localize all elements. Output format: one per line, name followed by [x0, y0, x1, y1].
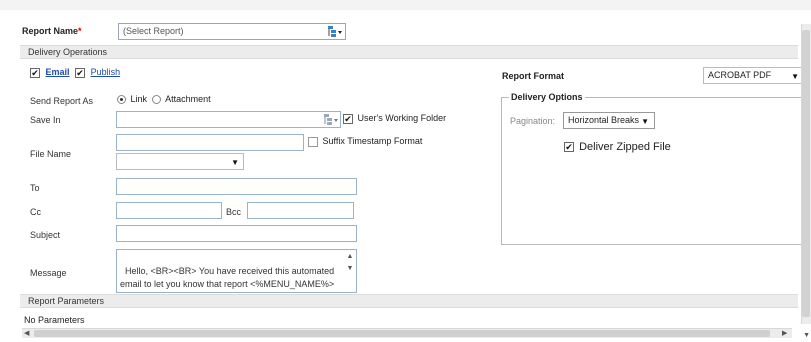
attachment-radio-label[interactable]: Attachment	[165, 94, 211, 104]
bcc-input[interactable]	[247, 202, 354, 219]
suffix-timestamp-row: ✔ Suffix Timestamp Format	[308, 136, 422, 147]
file-name-input[interactable]	[116, 134, 304, 151]
suffix-timestamp-checkbox[interactable]: ✔	[308, 136, 318, 147]
cc-input[interactable]	[116, 202, 222, 219]
pagination-select[interactable]: Horizontal Breaks ▼	[563, 112, 655, 129]
caret-down-icon: ▼	[231, 158, 239, 167]
caret-down-icon: ▼	[641, 117, 649, 126]
message-label: Message	[30, 268, 67, 278]
save-in-input[interactable]	[116, 111, 341, 128]
email-checkbox[interactable]: ✔	[30, 67, 40, 78]
message-textarea[interactable]: Hello, <BR><BR> You have received this a…	[116, 249, 357, 293]
users-working-folder-checkbox[interactable]: ✔	[343, 113, 353, 124]
report-parameters-header: Report Parameters	[20, 294, 798, 308]
arrow-right-icon[interactable]: ▶	[782, 329, 787, 337]
subject-label: Subject	[30, 230, 61, 240]
message-value: Hello, <BR><BR> You have received this a…	[120, 266, 335, 289]
file-name-label: File Name	[30, 149, 72, 159]
report-select[interactable]: (Select Report)	[118, 23, 346, 40]
users-working-folder-label[interactable]: User's Working Folder	[358, 113, 447, 123]
attachment-radio[interactable]	[151, 95, 161, 105]
message-scrollbar[interactable]: ▲ ▼	[345, 251, 355, 291]
horizontal-scrollbar-thumb[interactable]	[34, 330, 770, 337]
deliver-zipped-label[interactable]: Deliver Zipped File	[579, 141, 671, 153]
to-label: To	[30, 183, 40, 193]
save-in-browse-icon[interactable]	[323, 113, 339, 126]
pagination-value: Horizontal Breaks	[568, 115, 640, 125]
publish-link[interactable]: Publish	[91, 67, 121, 77]
required-mark: *	[78, 26, 82, 36]
pagination-label: Pagination:	[510, 116, 556, 126]
link-radio-label[interactable]: Link	[131, 94, 148, 104]
deliver-zipped-checkbox[interactable]: ✔	[564, 142, 574, 153]
link-radio[interactable]	[117, 95, 126, 105]
cc-label: Cc	[30, 207, 41, 217]
suffix-timestamp-label[interactable]: Suffix Timestamp Format	[323, 136, 423, 146]
report-format-label: Report Format	[502, 71, 565, 81]
report-name-text: Report Name	[22, 26, 79, 36]
vertical-scrollbar-thumb[interactable]	[802, 30, 810, 317]
report-format-value: ACROBAT PDF	[708, 70, 772, 80]
delivery-options-legend: Delivery Options	[509, 92, 585, 102]
arrow-up-icon[interactable]: ▲	[345, 251, 355, 263]
arrow-down-icon[interactable]: ▼	[345, 263, 355, 275]
delivery-operations-header: Delivery Operations	[20, 45, 798, 59]
publish-checkbox[interactable]: ✔	[75, 67, 86, 78]
deliver-zipped-row: ✔ Deliver Zipped File	[564, 141, 671, 153]
send-report-as-label: Send Report As	[30, 96, 94, 106]
report-name-label: Report Name*	[22, 26, 82, 36]
arrow-down-icon[interactable]: ▼	[803, 332, 810, 339]
bcc-label: Bcc	[226, 207, 242, 217]
subject-input[interactable]	[116, 225, 357, 242]
report-parameters-title: Report Parameters	[28, 296, 105, 306]
email-link[interactable]: Email	[46, 67, 70, 77]
report-select-value: (Select Report)	[123, 26, 184, 36]
users-working-folder-row: ✔ User's Working Folder	[343, 113, 446, 124]
delivery-operations-title: Delivery Operations	[28, 47, 108, 57]
email-publish-row: ✔ Email ✔ Publish	[30, 67, 120, 78]
top-strip	[0, 0, 811, 10]
save-in-label: Save In	[30, 115, 61, 125]
tree-dropdown-icon[interactable]	[327, 25, 343, 38]
arrow-left-icon[interactable]: ◀	[24, 329, 29, 337]
caret-down-icon: ▼	[791, 72, 799, 81]
report-format-select[interactable]: ACROBAT PDF ▼	[703, 67, 803, 84]
suffix-format-select[interactable]: ▼	[116, 153, 244, 170]
send-report-as-options: Link Attachment	[117, 94, 211, 105]
no-parameters-text: No Parameters	[24, 315, 85, 325]
to-input[interactable]	[116, 178, 357, 195]
